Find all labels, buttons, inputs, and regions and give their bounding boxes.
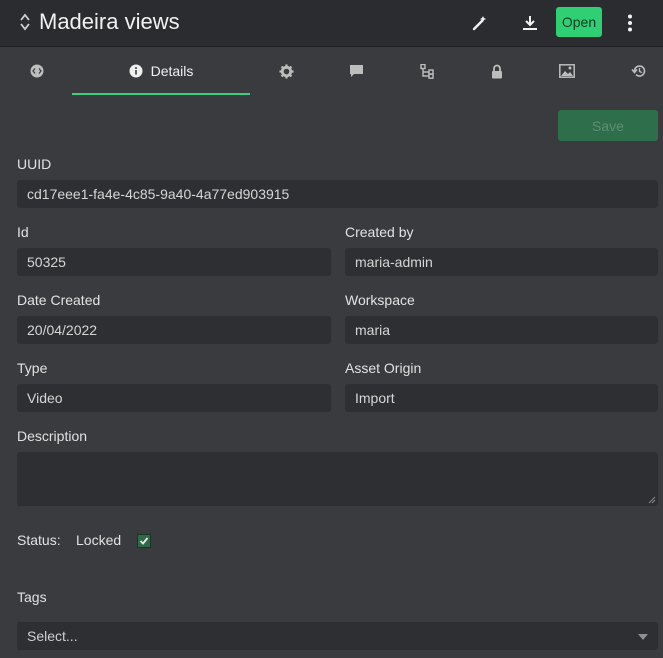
id-field[interactable]: 50325 <box>17 248 331 276</box>
created-by-field[interactable]: maria-admin <box>345 248 658 276</box>
tab-hierarchy[interactable] <box>412 47 442 95</box>
locked-checkbox[interactable] <box>137 534 151 548</box>
tab-details-label: Details <box>150 63 194 79</box>
description-textarea[interactable] <box>17 452 658 506</box>
type-field[interactable]: Video <box>17 384 331 412</box>
tab-permissions[interactable] <box>482 47 512 95</box>
wand-icon <box>472 16 486 31</box>
tags-select[interactable]: Select... <box>17 622 658 650</box>
comment-icon <box>349 65 363 77</box>
info-icon <box>129 64 143 78</box>
description-label: Description <box>17 428 88 444</box>
history-icon <box>630 65 645 77</box>
locked-label: Locked <box>76 532 122 548</box>
tags-select-placeholder: Select... <box>27 628 78 644</box>
tab-code[interactable] <box>22 47 52 95</box>
page-title: Madeira views <box>39 9 180 34</box>
image-icon <box>559 64 575 78</box>
tab-comments[interactable] <box>341 47 371 95</box>
created-by-label: Created by <box>345 224 414 240</box>
code-icon <box>30 64 44 78</box>
chevron-down-icon <box>638 634 648 640</box>
date-created-label: Date Created <box>17 292 101 308</box>
tab-media[interactable] <box>552 47 582 95</box>
status-label: Status: <box>17 532 61 548</box>
active-tab-indicator <box>72 93 250 95</box>
tab-settings[interactable] <box>271 47 301 95</box>
more-menu-button[interactable] <box>617 10 643 36</box>
download-button[interactable] <box>517 10 543 36</box>
uuid-label: UUID <box>17 156 52 172</box>
hierarchy-icon <box>420 63 434 79</box>
lock-icon <box>492 64 502 78</box>
tags-label: Tags <box>17 589 47 605</box>
download-icon <box>523 16 537 30</box>
checkmark-icon <box>139 537 149 545</box>
gear-icon <box>278 63 294 79</box>
type-label: Type <box>17 360 48 376</box>
id-label: Id <box>17 224 29 240</box>
workspace-label: Workspace <box>345 292 415 308</box>
wand-button[interactable] <box>467 10 493 36</box>
resize-handle-icon[interactable] <box>648 496 656 504</box>
uuid-field[interactable]: cd17eee1-fa4e-4c85-9a40-4a77ed903915 <box>17 180 658 208</box>
date-created-field[interactable]: 20/04/2022 <box>17 316 331 344</box>
tab-bar: Details <box>0 47 663 95</box>
tab-history[interactable] <box>623 47 653 95</box>
asset-origin-label: Asset Origin <box>345 360 422 376</box>
kebab-menu-icon <box>628 14 632 32</box>
open-button[interactable]: Open <box>556 7 602 37</box>
save-button[interactable]: Save <box>558 110 658 141</box>
sort-icon[interactable] <box>19 12 31 32</box>
app-header: Madeira views Open <box>0 0 663 47</box>
tab-details[interactable]: Details <box>72 47 250 95</box>
asset-origin-field[interactable]: Import <box>345 384 658 412</box>
workspace-field[interactable]: maria <box>345 316 658 344</box>
